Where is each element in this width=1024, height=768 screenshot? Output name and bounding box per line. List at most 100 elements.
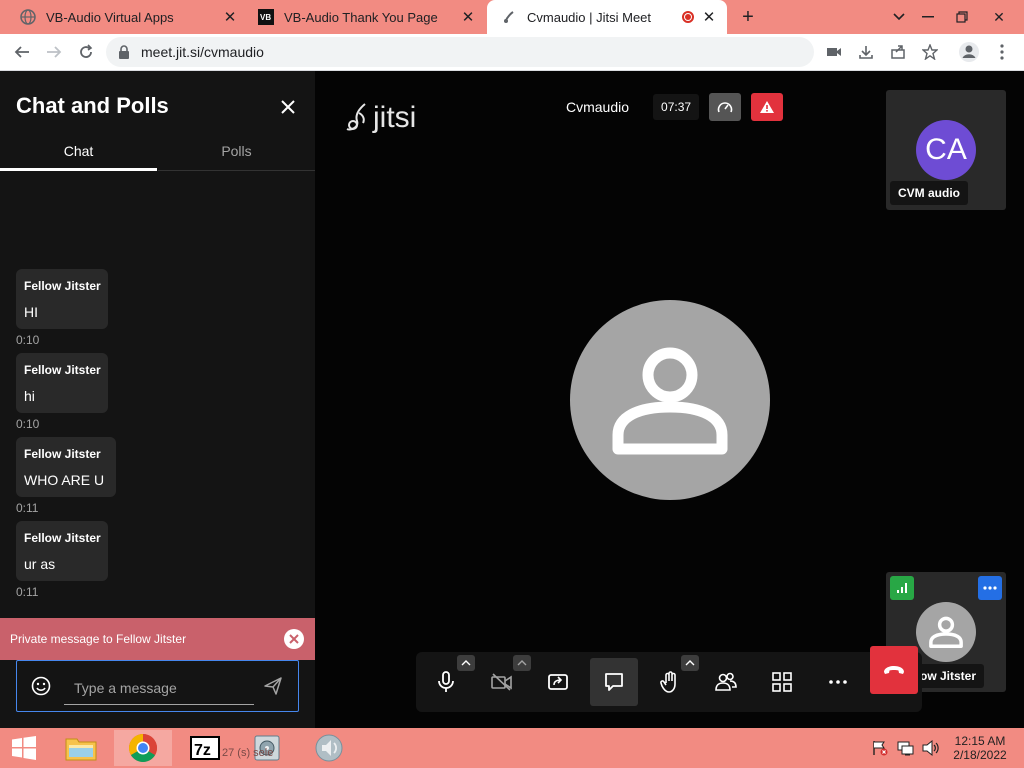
tab-close-icon[interactable]: ✕ [222,9,238,26]
user-placeholder-icon [929,616,963,648]
share-icon[interactable] [884,38,912,66]
signal-strength-icon[interactable] [890,576,914,600]
warning-icon[interactable] [751,93,784,121]
close-icon[interactable] [284,629,304,649]
chat-message: Fellow Jitster HI [16,269,108,329]
tab-close-icon[interactable]: ✕ [460,9,476,26]
conference-info-bar: Cvmaudio 07:37 [552,93,784,121]
camera-icon[interactable] [820,38,848,66]
sidebar-title: Chat and Polls [16,93,169,118]
action-center-icon[interactable] [872,740,888,761]
microphone-icon [438,671,454,692]
chevron-up-icon[interactable] [513,655,531,671]
message-sender: Fellow Jitster [24,531,101,545]
avatar: CA [916,120,976,180]
url-text: meet.jit.si/cvmaudio [141,44,264,60]
dominant-speaker-avatar [570,300,770,500]
hangup-button[interactable] [870,646,918,694]
forward-icon[interactable] [40,38,68,66]
room-name: Cvmaudio [566,99,630,115]
chevron-up-icon[interactable] [681,655,699,671]
message-time: 0:10 [16,417,40,431]
chat-icon [605,673,623,691]
browser-menu-icon[interactable] [988,38,1016,66]
conference-stage: jitsi Cvmaudio 07:37 CA CVM audio ow Jit… [315,71,1024,728]
profile-icon[interactable] [955,38,983,66]
message-time: 0:11 [16,585,39,599]
jitsi-logo[interactable]: jitsi [345,101,416,135]
message-composer [16,660,299,712]
more-options-icon[interactable] [978,576,1002,600]
tab-close-icon[interactable]: ✕ [701,9,717,26]
speaker-app-icon [315,734,343,762]
tab-chat[interactable]: Chat [0,133,157,171]
message-text: HI [24,304,38,320]
tab-vb-audio-virtual-apps[interactable]: VB-Audio Virtual Apps ✕ [0,0,248,34]
chevron-up-icon[interactable] [457,655,475,671]
chat-button[interactable] [590,658,638,706]
avatar [916,602,976,662]
volume-icon[interactable] [922,739,940,761]
screen-share-icon [548,674,568,690]
system-clock[interactable]: 12:15 AM 2/18/2022 [945,734,1015,762]
screen-share-button[interactable] [534,658,582,706]
jitsi-logo-icon [346,103,366,131]
message-sender: Fellow Jitster [24,279,101,293]
taskbar-chrome[interactable] [114,730,172,766]
minimize-icon[interactable] [911,0,945,34]
back-icon[interactable] [8,38,36,66]
tile-view-icon [772,672,792,692]
tab-polls[interactable]: Polls [158,133,315,171]
participants-button[interactable] [702,658,750,706]
clock-time: 12:15 AM [954,734,1006,748]
camera-off-icon [491,673,512,691]
start-button[interactable] [0,730,48,766]
chat-message: Fellow Jitster WHO ARE U [16,437,116,497]
close-icon[interactable] [276,95,300,119]
new-tab-icon[interactable]: + [731,0,765,34]
chrome-icon [129,734,157,762]
message-input[interactable] [64,671,254,705]
participants-icon [715,672,737,691]
more-actions-button[interactable] [814,658,862,706]
emoji-icon[interactable] [31,676,51,701]
restore-icon[interactable] [945,0,979,34]
message-time: 0:11 [16,501,39,515]
private-message-banner: Private message to Fellow Jitster [0,618,315,660]
reload-icon[interactable] [72,38,100,66]
tab-vb-audio-thank-you[interactable]: VB VB-Audio Thank You Page ✕ [248,0,486,34]
bookmark-star-icon[interactable] [916,38,944,66]
private-message-label: Private message to Fellow Jitster [10,632,187,646]
message-time: 0:10 [16,333,40,347]
file-explorer-icon [65,738,97,761]
gauge-icon[interactable] [709,93,742,121]
meeting-toolbar [416,646,922,712]
browser-toolbar: meet.jit.si/cvmaudio [0,34,1024,71]
hangup-icon [884,666,904,674]
svg-text:7z: 7z [194,742,211,759]
chat-message: Fellow Jitster hi [16,353,108,413]
user-placeholder-icon [612,347,728,455]
tab-cvmaudio-jitsi[interactable]: Cvmaudio | Jitsi Meet ✕ [487,0,727,34]
download-icon[interactable] [852,38,880,66]
chat-message: Fellow Jitster ur as [16,521,108,581]
message-sender: Fellow Jitster [24,447,101,461]
window-close-icon[interactable]: ✕ [982,0,1016,34]
participant-tile-cvm-audio[interactable]: CA CVM audio [886,90,1006,210]
taskbar-file-explorer[interactable] [52,730,110,766]
tab-title: Cvmaudio | Jitsi Meet [527,9,652,25]
send-icon[interactable] [263,676,283,701]
network-icon[interactable] [897,740,915,761]
message-text: WHO ARE U [24,472,105,488]
vb-logo-icon: VB [258,9,274,25]
participant-name: CVM audio [890,181,968,205]
more-horizontal-icon [829,680,847,684]
7zip-icon: 7z [190,736,220,760]
svg-text:VB: VB [260,13,271,22]
address-bar[interactable]: meet.jit.si/cvmaudio [106,37,814,67]
raise-hand-icon [660,671,676,693]
tile-view-button[interactable] [758,658,806,706]
logo-text: jitsi [373,101,417,134]
taskbar-speaker-app[interactable] [300,730,358,766]
clock-date: 2/18/2022 [953,748,1007,762]
